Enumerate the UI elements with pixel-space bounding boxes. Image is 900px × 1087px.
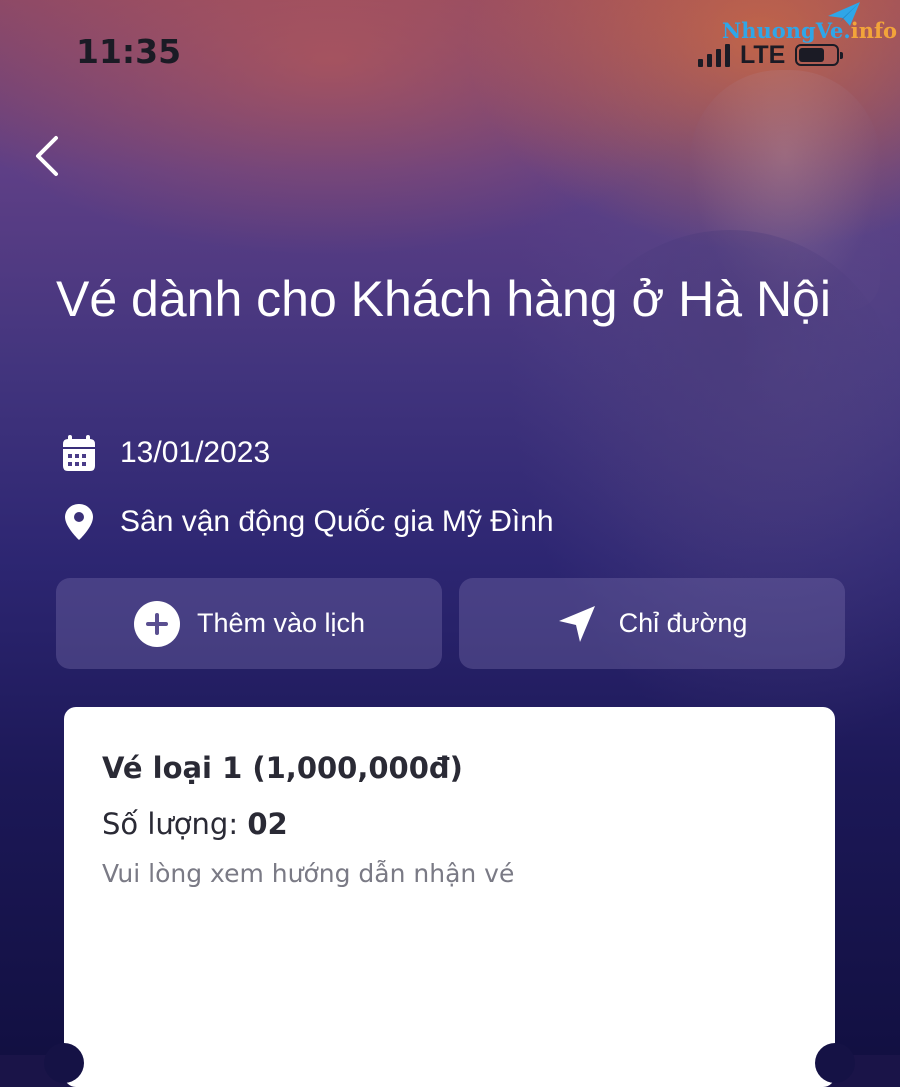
add-to-calendar-label: Thêm vào lịch (196, 608, 366, 638)
back-button[interactable] (30, 132, 70, 182)
battery-icon (795, 44, 844, 66)
ticket-instructions-note: Vui lòng xem hướng dẫn nhận vé (102, 859, 515, 888)
battery-level (799, 48, 825, 62)
event-location: Sân vận động Quốc gia Mỹ Đình (120, 505, 554, 538)
event-date: 13/01/2023 (120, 436, 271, 469)
event-title: Vé dành cho Khách hàng ở Hà Nội (56, 271, 831, 327)
signal-icon (698, 43, 730, 67)
map-pin-icon (58, 501, 100, 543)
status-time: 11:35 (76, 32, 182, 71)
event-date-row: 13/01/2023 (58, 432, 270, 474)
paper-plane-icon (828, 2, 860, 26)
event-location-row: Sân vận động Quốc gia Mỹ Đình (58, 501, 554, 543)
ticket-type: Vé loại 1 (1,000,000đ) (102, 751, 463, 785)
chevron-left-icon (36, 136, 58, 176)
watermark-logo: NhuongVe.info (722, 2, 897, 43)
ticket-notch-right (815, 1043, 855, 1083)
directions-button[interactable]: Chỉ đường (459, 578, 845, 669)
ticket-quantity-value: 02 (247, 807, 288, 841)
network-type: LTE (740, 40, 786, 69)
ticket-quantity: Số lượng: 02 (102, 807, 288, 841)
plus-circle-icon (133, 600, 181, 648)
calendar-icon (58, 432, 100, 474)
ticket-quantity-label: Số lượng: (102, 807, 239, 841)
ticket-card[interactable]: Vé loại 1 (1,000,000đ) Số lượng: 02 Vui … (44, 707, 855, 1087)
navigation-arrow-icon (557, 604, 597, 644)
add-to-calendar-button[interactable]: Thêm vào lịch (56, 578, 442, 669)
status-indicators: LTE (698, 40, 844, 70)
directions-label: Chỉ đường (618, 608, 748, 638)
ticket-notch-left (44, 1043, 84, 1083)
